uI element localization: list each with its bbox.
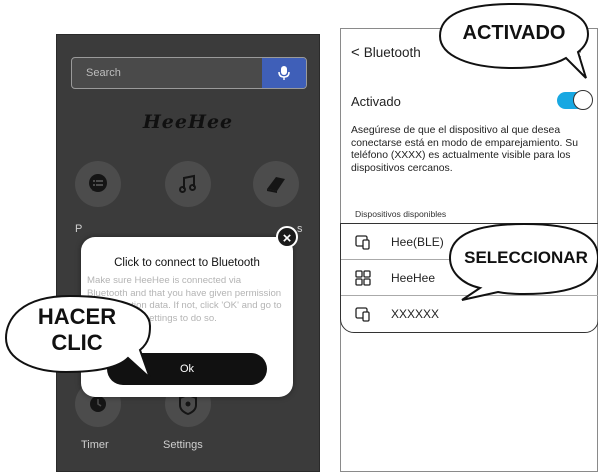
left-phone-screen: Search HeeHee P s Timer Settings × Click… bbox=[56, 34, 320, 472]
page-title: Bluetooth bbox=[363, 45, 421, 60]
visibility-description: Asegúrese de que el dispositivo al que d… bbox=[351, 125, 578, 174]
bluetooth-toggle-row[interactable]: Activado bbox=[341, 90, 597, 113]
grid-label-chat: P bbox=[75, 223, 83, 235]
search-input[interactable]: Search bbox=[72, 58, 262, 88]
microphone-button[interactable] bbox=[262, 58, 306, 88]
callout-hacer-clic: HACER CLIC bbox=[22, 304, 132, 356]
device-row[interactable]: XXXXXX bbox=[341, 296, 598, 332]
bluetooth-toggle[interactable] bbox=[557, 90, 593, 110]
phone-device-icon bbox=[355, 235, 370, 250]
callout-clic: CLIC bbox=[51, 330, 103, 355]
phone-device-icon bbox=[355, 307, 370, 322]
book-icon[interactable] bbox=[253, 161, 299, 207]
grid-label-timer: Timer bbox=[81, 439, 109, 451]
toggle-knob bbox=[573, 90, 593, 110]
toggle-label: Activado bbox=[351, 94, 401, 109]
grid-label-book-partial: s bbox=[297, 223, 303, 235]
chevron-left-icon[interactable]: < bbox=[351, 44, 360, 61]
app-logo: HeeHee bbox=[142, 111, 234, 133]
chat-icon[interactable] bbox=[75, 161, 121, 207]
callout-hacer: HACER bbox=[37, 304, 117, 329]
close-icon[interactable]: × bbox=[276, 226, 298, 248]
callout-activado: ACTIVADO bbox=[462, 22, 566, 44]
grid-label-settings: Settings bbox=[163, 439, 203, 451]
callout-seleccionar: SELECCIONAR bbox=[464, 248, 588, 267]
device-list: Hee(BLE) HeeHee XXXXXX bbox=[340, 223, 598, 333]
section-label-available: Dispositivos disponibles bbox=[355, 209, 447, 219]
header: < Bluetooth bbox=[351, 44, 421, 61]
grid-device-icon bbox=[355, 270, 371, 286]
dialog-title: Click to connect to Bluetooth bbox=[114, 257, 260, 269]
music-note-icon[interactable] bbox=[165, 161, 211, 207]
device-name: XXXXXX bbox=[391, 307, 440, 321]
microphone-icon bbox=[278, 66, 290, 80]
device-name: HeeHee bbox=[391, 271, 436, 285]
ok-button[interactable]: Ok bbox=[107, 353, 267, 385]
search-bar[interactable]: Search bbox=[71, 57, 307, 89]
kebab-menu-icon[interactable]: ⋮ bbox=[573, 43, 587, 60]
device-name: Hee(BLE) bbox=[391, 235, 444, 249]
